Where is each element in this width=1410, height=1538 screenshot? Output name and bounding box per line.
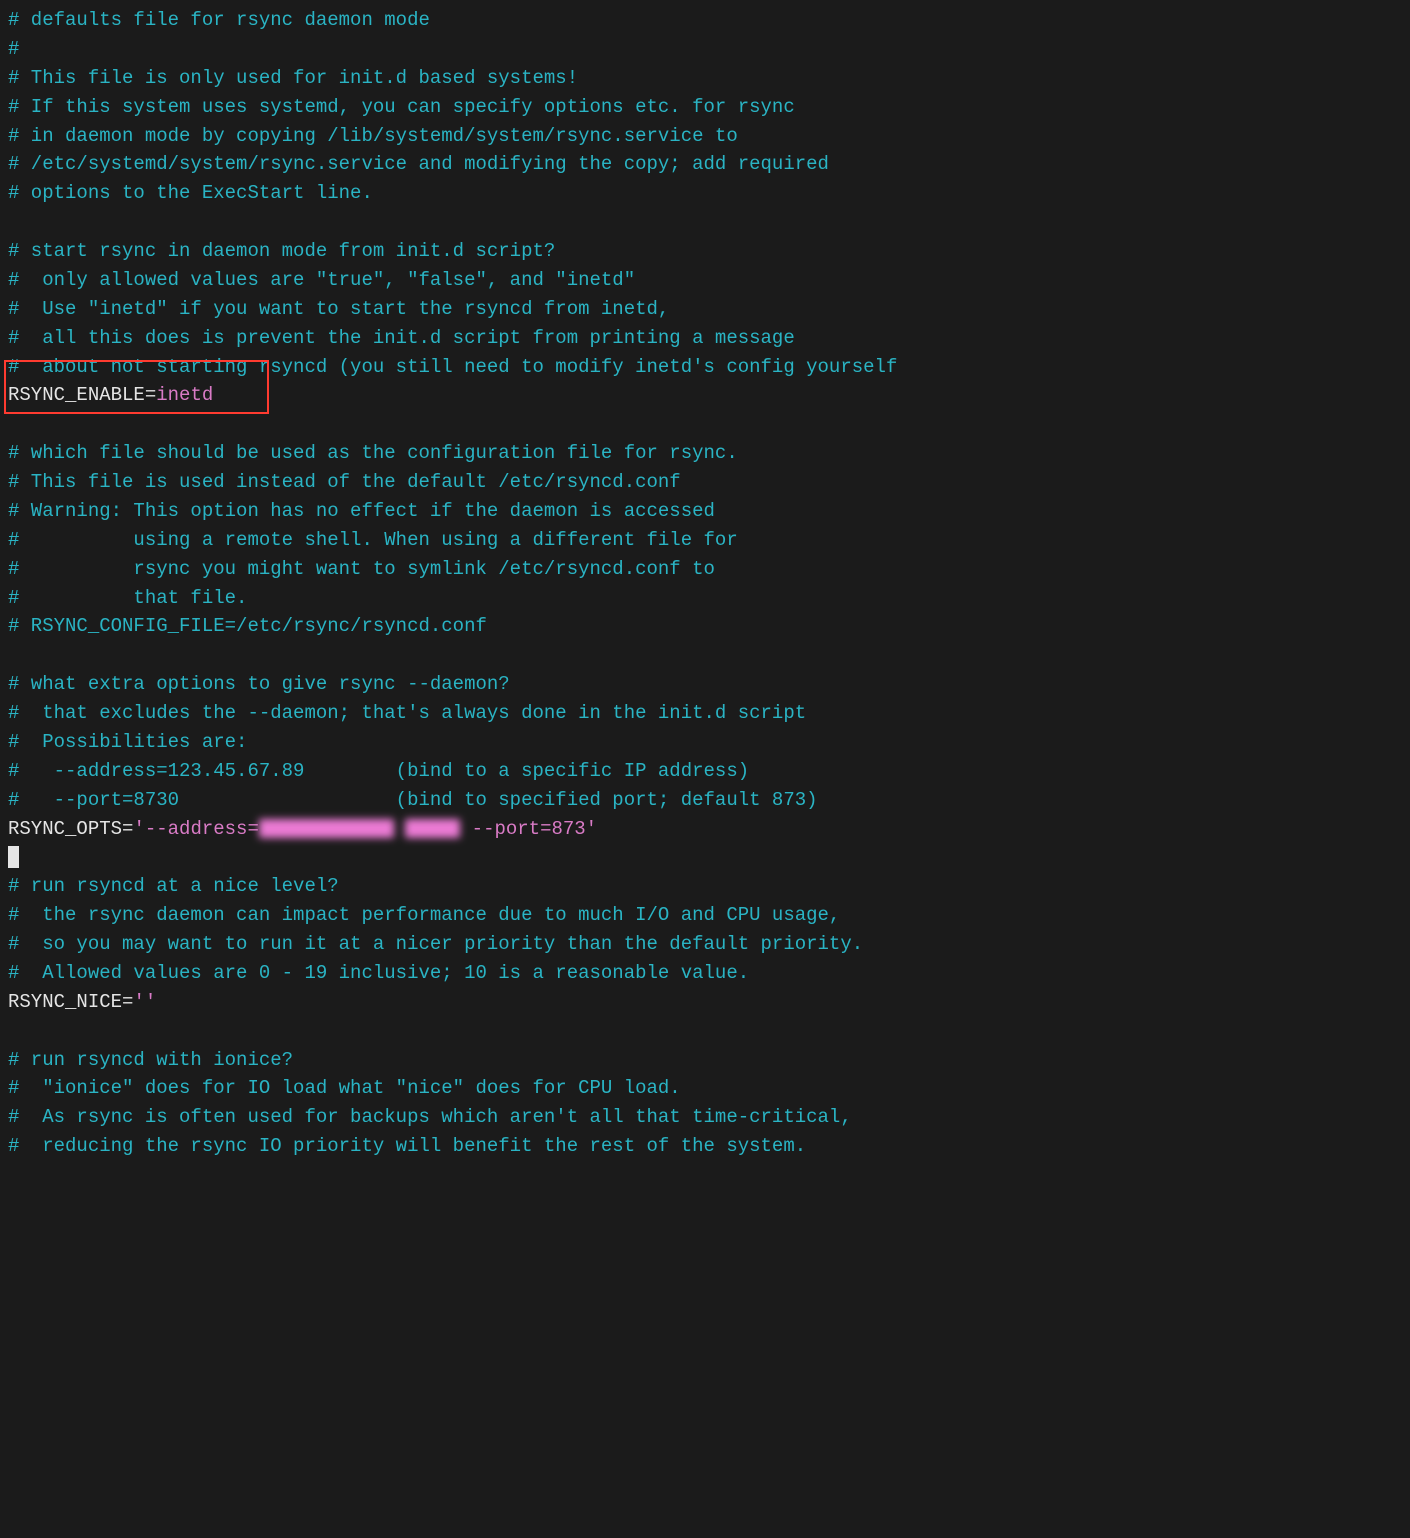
code-line: # Possibilities are: xyxy=(8,728,1402,757)
comment-text: # options to the ExecStart line. xyxy=(8,182,373,204)
code-line xyxy=(8,208,1402,237)
code-line: # what extra options to give rsync --dae… xyxy=(8,670,1402,699)
comment-text: # start rsync in daemon mode from init.d… xyxy=(8,240,555,262)
code-line: # If this system uses systemd, you can s… xyxy=(8,93,1402,122)
comment-text: # This file is only used for init.d base… xyxy=(8,67,578,89)
config-key: RSYNC_NICE xyxy=(8,991,122,1013)
comment-text: # RSYNC_CONFIG_FILE=/etc/rsync/rsyncd.co… xyxy=(8,615,487,637)
config-key: RSYNC_ENABLE xyxy=(8,384,145,406)
code-line: # rsync you might want to symlink /etc/r… xyxy=(8,555,1402,584)
code-line: # which file should be used as the confi… xyxy=(8,439,1402,468)
code-line: RSYNC_ENABLE=inetd xyxy=(8,381,1402,410)
redacted-text xyxy=(405,819,460,839)
text-cursor xyxy=(8,846,19,869)
code-line: # reducing the rsync IO priority will be… xyxy=(8,1132,1402,1161)
code-line: # This file is used instead of the defau… xyxy=(8,468,1402,497)
code-line: RSYNC_OPTS='--address= --port=873' xyxy=(8,815,1402,844)
comment-text: # only allowed values are "true", "false… xyxy=(8,269,635,291)
code-line: # defaults file for rsync daemon mode xyxy=(8,6,1402,35)
code-line: # run rsyncd at a nice level? xyxy=(8,872,1402,901)
config-key: RSYNC_OPTS xyxy=(8,818,122,840)
comment-text: # what extra options to give rsync --dae… xyxy=(8,673,510,695)
code-line xyxy=(8,410,1402,439)
code-line: # Warning: This option has no effect if … xyxy=(8,497,1402,526)
string-fragment: --port=873' xyxy=(460,818,597,840)
comment-text: # xyxy=(8,38,19,60)
comment-text: # --port=8730 (bind to specified port; d… xyxy=(8,789,818,811)
equals-sign: = xyxy=(122,818,133,840)
code-line: RSYNC_NICE='' xyxy=(8,988,1402,1017)
code-line: # Use "inetd" if you want to start the r… xyxy=(8,295,1402,324)
code-line: # options to the ExecStart line. xyxy=(8,179,1402,208)
equals-sign: = xyxy=(122,991,133,1013)
code-line: # that file. xyxy=(8,584,1402,613)
code-line: # about not starting rsyncd (you still n… xyxy=(8,353,1402,382)
comment-text: # This file is used instead of the defau… xyxy=(8,471,681,493)
code-line: # As rsync is often used for backups whi… xyxy=(8,1103,1402,1132)
comment-text: # about not starting rsyncd (you still n… xyxy=(8,356,897,378)
comment-text: # Warning: This option has no effect if … xyxy=(8,500,715,522)
comment-text: # so you may want to run it at a nicer p… xyxy=(8,933,863,955)
code-line: # /etc/systemd/system/rsync.service and … xyxy=(8,150,1402,179)
code-line: # using a remote shell. When using a dif… xyxy=(8,526,1402,555)
code-line: # xyxy=(8,35,1402,64)
code-line: # --address=123.45.67.89 (bind to a spec… xyxy=(8,757,1402,786)
code-line: # run rsyncd with ionice? xyxy=(8,1046,1402,1075)
comment-text: # which file should be used as the confi… xyxy=(8,442,738,464)
comment-text: # that excludes the --daemon; that's alw… xyxy=(8,702,806,724)
code-line: # in daemon mode by copying /lib/systemd… xyxy=(8,122,1402,151)
comment-text: # --address=123.45.67.89 (bind to a spec… xyxy=(8,760,749,782)
comment-text: # all this does is prevent the init.d sc… xyxy=(8,327,795,349)
comment-text: # in daemon mode by copying /lib/systemd… xyxy=(8,125,738,147)
string-fragment: '--address= xyxy=(133,818,258,840)
config-file-view[interactable]: # defaults file for rsync daemon mode # # … xyxy=(0,0,1410,1181)
code-line: # so you may want to run it at a nicer p… xyxy=(8,930,1402,959)
comment-text: # Possibilities are: xyxy=(8,731,247,753)
comment-text: # Use "inetd" if you want to start the r… xyxy=(8,298,669,320)
comment-text: # run rsyncd at a nice level? xyxy=(8,875,339,897)
code-line: # --port=8730 (bind to specified port; d… xyxy=(8,786,1402,815)
code-line: # start rsync in daemon mode from init.d… xyxy=(8,237,1402,266)
code-line: # RSYNC_CONFIG_FILE=/etc/rsync/rsyncd.co… xyxy=(8,612,1402,641)
config-value: '' xyxy=(133,991,156,1013)
code-line: # that excludes the --daemon; that's alw… xyxy=(8,699,1402,728)
code-line: # This file is only used for init.d base… xyxy=(8,64,1402,93)
redacted-ip xyxy=(259,819,394,839)
comment-text: # reducing the rsync IO priority will be… xyxy=(8,1135,806,1157)
code-line xyxy=(8,641,1402,670)
equals-sign: = xyxy=(145,384,156,406)
code-line: # only allowed values are "true", "false… xyxy=(8,266,1402,295)
comment-text: # Allowed values are 0 - 19 inclusive; 1… xyxy=(8,962,749,984)
comment-text: # rsync you might want to symlink /etc/r… xyxy=(8,558,715,580)
comment-text: # the rsync daemon can impact performanc… xyxy=(8,904,840,926)
code-line xyxy=(8,843,1402,872)
comment-text: # /etc/systemd/system/rsync.service and … xyxy=(8,153,829,175)
comment-text: # defaults file for rsync daemon mode xyxy=(8,9,430,31)
string-fragment xyxy=(394,818,405,840)
config-value: inetd xyxy=(156,384,213,406)
comment-text: # As rsync is often used for backups whi… xyxy=(8,1106,852,1128)
code-line: # the rsync daemon can impact performanc… xyxy=(8,901,1402,930)
code-line: # all this does is prevent the init.d sc… xyxy=(8,324,1402,353)
code-line xyxy=(8,1017,1402,1046)
comment-text: # that file. xyxy=(8,587,247,609)
comment-text: # "ionice" does for IO load what "nice" … xyxy=(8,1077,681,1099)
code-line: # "ionice" does for IO load what "nice" … xyxy=(8,1074,1402,1103)
comment-text: # run rsyncd with ionice? xyxy=(8,1049,293,1071)
code-line: # Allowed values are 0 - 19 inclusive; 1… xyxy=(8,959,1402,988)
comment-text: # using a remote shell. When using a dif… xyxy=(8,529,738,551)
comment-text: # If this system uses systemd, you can s… xyxy=(8,96,795,118)
